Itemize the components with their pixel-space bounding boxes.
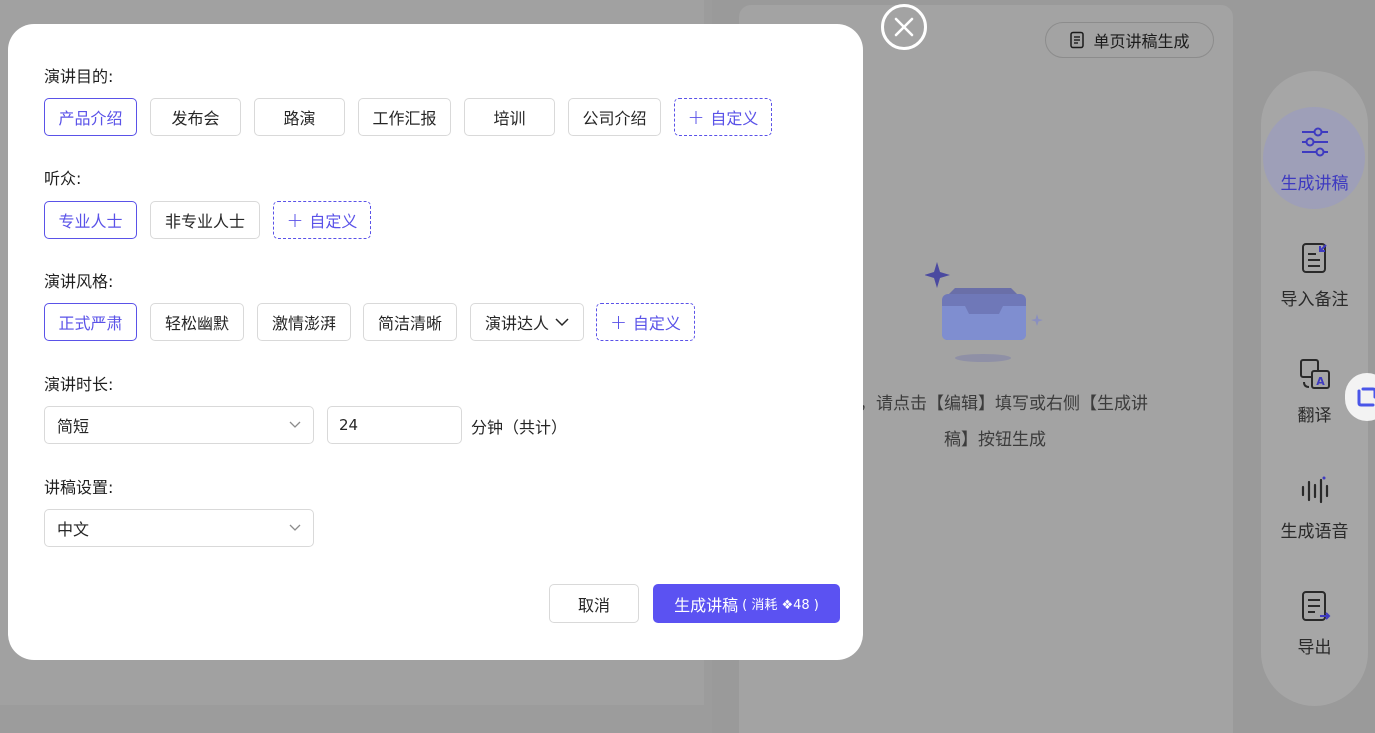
generate-script-label: 生成讲稿: [674, 595, 739, 615]
style-label: 演讲风格:: [44, 272, 114, 291]
duration-select-value: 简短: [57, 417, 90, 436]
export-icon: [1301, 591, 1330, 621]
plus-icon: +: [286, 208, 304, 232]
duration-minutes-input[interactable]: [327, 406, 462, 444]
close-icon: [894, 17, 914, 37]
language-select[interactable]: 中文: [44, 509, 314, 547]
generate-cost-label: ( 消耗 ❖48 ): [742, 598, 819, 613]
duration-select[interactable]: 简短: [44, 406, 314, 444]
single-page-generate-label: 单页讲稿生成: [1093, 32, 1190, 51]
generate-script-dialog: 演讲目的: 产品介绍 发布会 路演 工作汇报 培训 公司介绍 + 自定义 听众:…: [8, 24, 863, 660]
style-option-formal[interactable]: 正式严肃: [44, 303, 137, 341]
plus-icon: +: [610, 310, 627, 334]
audio-wave-icon: [1301, 476, 1328, 504]
toolbar-label-generate-audio: 生成语音: [1280, 522, 1349, 542]
toolbar-item-generate-script[interactable]: 生成讲稿: [1261, 107, 1368, 209]
style-option-humorous[interactable]: 轻松幽默: [150, 303, 244, 341]
toolbar-label-generate-script: 生成讲稿: [1280, 174, 1349, 194]
purpose-option-training[interactable]: 培训: [464, 98, 555, 136]
assistant-icon: [1357, 387, 1375, 407]
audience-custom-label: 自定义: [309, 212, 358, 231]
toolbar-label-translate: 翻译: [1297, 406, 1332, 426]
style-expert-dropdown[interactable]: 演讲达人: [470, 303, 584, 341]
chevron-down-icon: [289, 421, 301, 428]
style-expert-label: 演讲达人: [484, 314, 549, 333]
audience-label: 听众:: [44, 169, 82, 188]
purpose-option-product-intro[interactable]: 产品介绍: [44, 98, 137, 136]
toolbar-item-generate-audio[interactable]: 生成语音: [1261, 473, 1368, 542]
style-custom-button[interactable]: + 自定义: [596, 303, 695, 341]
script-settings-label: 讲稿设置:: [44, 478, 114, 497]
floating-assistant-button[interactable]: [1345, 373, 1375, 421]
purpose-custom-button[interactable]: + 自定义: [674, 98, 772, 136]
toolbar-item-import-notes[interactable]: 导入备注: [1261, 241, 1368, 310]
purpose-label: 演讲目的:: [44, 67, 114, 86]
purpose-option-launch-event[interactable]: 发布会: [150, 98, 241, 136]
chevron-down-icon: [289, 524, 301, 531]
purpose-custom-label: 自定义: [710, 109, 759, 128]
purpose-option-work-report[interactable]: 工作汇报: [358, 98, 451, 136]
generate-script-button[interactable]: 生成讲稿 ( 消耗 ❖48 ): [653, 584, 840, 623]
duration-unit: 分钟（共计）: [471, 418, 568, 437]
toolbar-label-import-notes: 导入备注: [1280, 290, 1349, 310]
svg-text:A: A: [1316, 375, 1325, 388]
import-notes-icon: [1301, 243, 1327, 273]
purpose-option-roadshow[interactable]: 路演: [254, 98, 345, 136]
sliders-icon: [1301, 127, 1328, 157]
duration-label: 演讲时长:: [44, 375, 114, 394]
toolbar-item-export[interactable]: 导出: [1261, 589, 1368, 658]
audience-custom-button[interactable]: + 自定义: [273, 201, 371, 239]
purpose-option-company-intro[interactable]: 公司介绍: [568, 98, 661, 136]
toolbar-label-export: 导出: [1297, 638, 1332, 658]
document-icon: [1070, 31, 1085, 49]
single-page-generate-button[interactable]: 单页讲稿生成: [1045, 22, 1214, 58]
style-custom-label: 自定义: [632, 314, 681, 333]
audience-option-professional[interactable]: 专业人士: [44, 201, 137, 239]
translate-icon: A: [1299, 359, 1330, 389]
cancel-button[interactable]: 取消: [549, 584, 639, 623]
style-option-concise[interactable]: 简洁清晰: [363, 303, 457, 341]
style-option-passionate[interactable]: 激情澎湃: [257, 303, 351, 341]
audience-option-non-professional[interactable]: 非专业人士: [150, 201, 260, 239]
plus-icon: +: [687, 105, 705, 129]
empty-inbox-illustration: [925, 262, 1043, 362]
language-select-value: 中文: [57, 520, 90, 539]
close-dialog-button[interactable]: [881, 4, 927, 50]
chevron-down-icon: [555, 317, 569, 326]
